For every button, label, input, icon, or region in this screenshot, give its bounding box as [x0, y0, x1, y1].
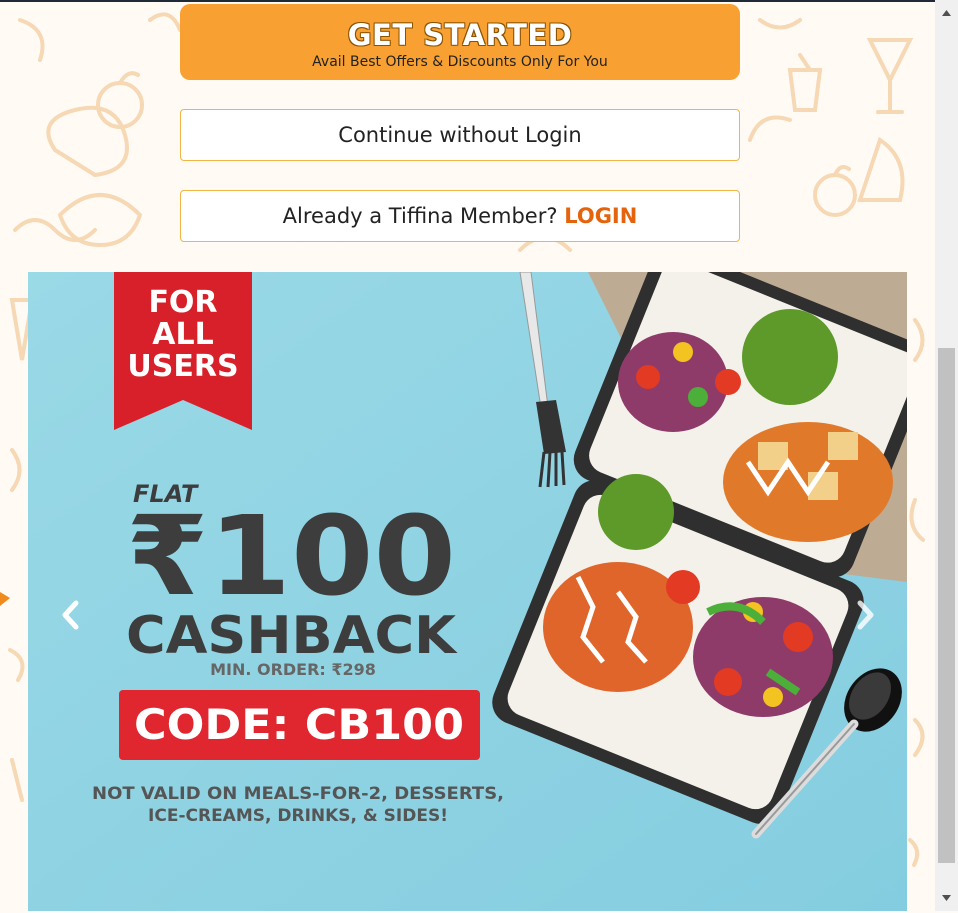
scroll-up-button[interactable]	[935, 3, 958, 23]
cashback-label: CASHBACK	[126, 606, 458, 666]
ribbon-line-1: FOR	[148, 285, 217, 320]
login-link[interactable]: LOGIN	[564, 204, 637, 228]
side-tab-marker	[0, 588, 14, 610]
scrollbar-thumb[interactable]	[938, 348, 955, 863]
promo-code: CODE: CB100	[134, 700, 464, 749]
continue-without-login-button[interactable]: Continue without Login	[180, 109, 740, 161]
carousel-next-button[interactable]	[850, 598, 880, 632]
ribbon-line-2: ALL	[152, 317, 213, 352]
promo-banner[interactable]: FOR ALL USERS FLAT ₹100 CASHBACK MIN. OR…	[28, 272, 907, 911]
chevron-right-icon	[857, 600, 874, 630]
member-login-button[interactable]: Already a Tiffina Member? LOGIN	[180, 190, 740, 242]
ribbon-line-3: USERS	[127, 349, 238, 384]
carousel-prev-button[interactable]	[56, 598, 86, 632]
get-started-button[interactable]: GET STARTED Avail Best Offers & Discount…	[180, 4, 740, 80]
disclaimer-line-2: ICE-CREAMS, DRINKS, & SIDES!	[148, 806, 448, 826]
member-prompt: Already a Tiffina Member?	[282, 204, 558, 228]
disclaimer-line-1: NOT VALID ON MEALS-FOR-2, DESSERTS,	[92, 784, 504, 804]
top-border	[0, 0, 935, 2]
scroll-down-button[interactable]	[935, 888, 958, 908]
continue-label: Continue without Login	[338, 123, 582, 147]
cashback-amount: ₹100	[126, 492, 456, 620]
vertical-scrollbar[interactable]	[935, 0, 958, 911]
get-started-subtitle: Avail Best Offers & Discounts Only For Y…	[312, 54, 608, 70]
triangle-down-icon	[942, 895, 951, 901]
min-order-text: MIN. ORDER: ₹298	[210, 660, 376, 679]
triangle-up-icon	[942, 10, 951, 16]
get-started-label: GET STARTED	[347, 18, 573, 52]
chevron-left-icon	[62, 600, 79, 630]
